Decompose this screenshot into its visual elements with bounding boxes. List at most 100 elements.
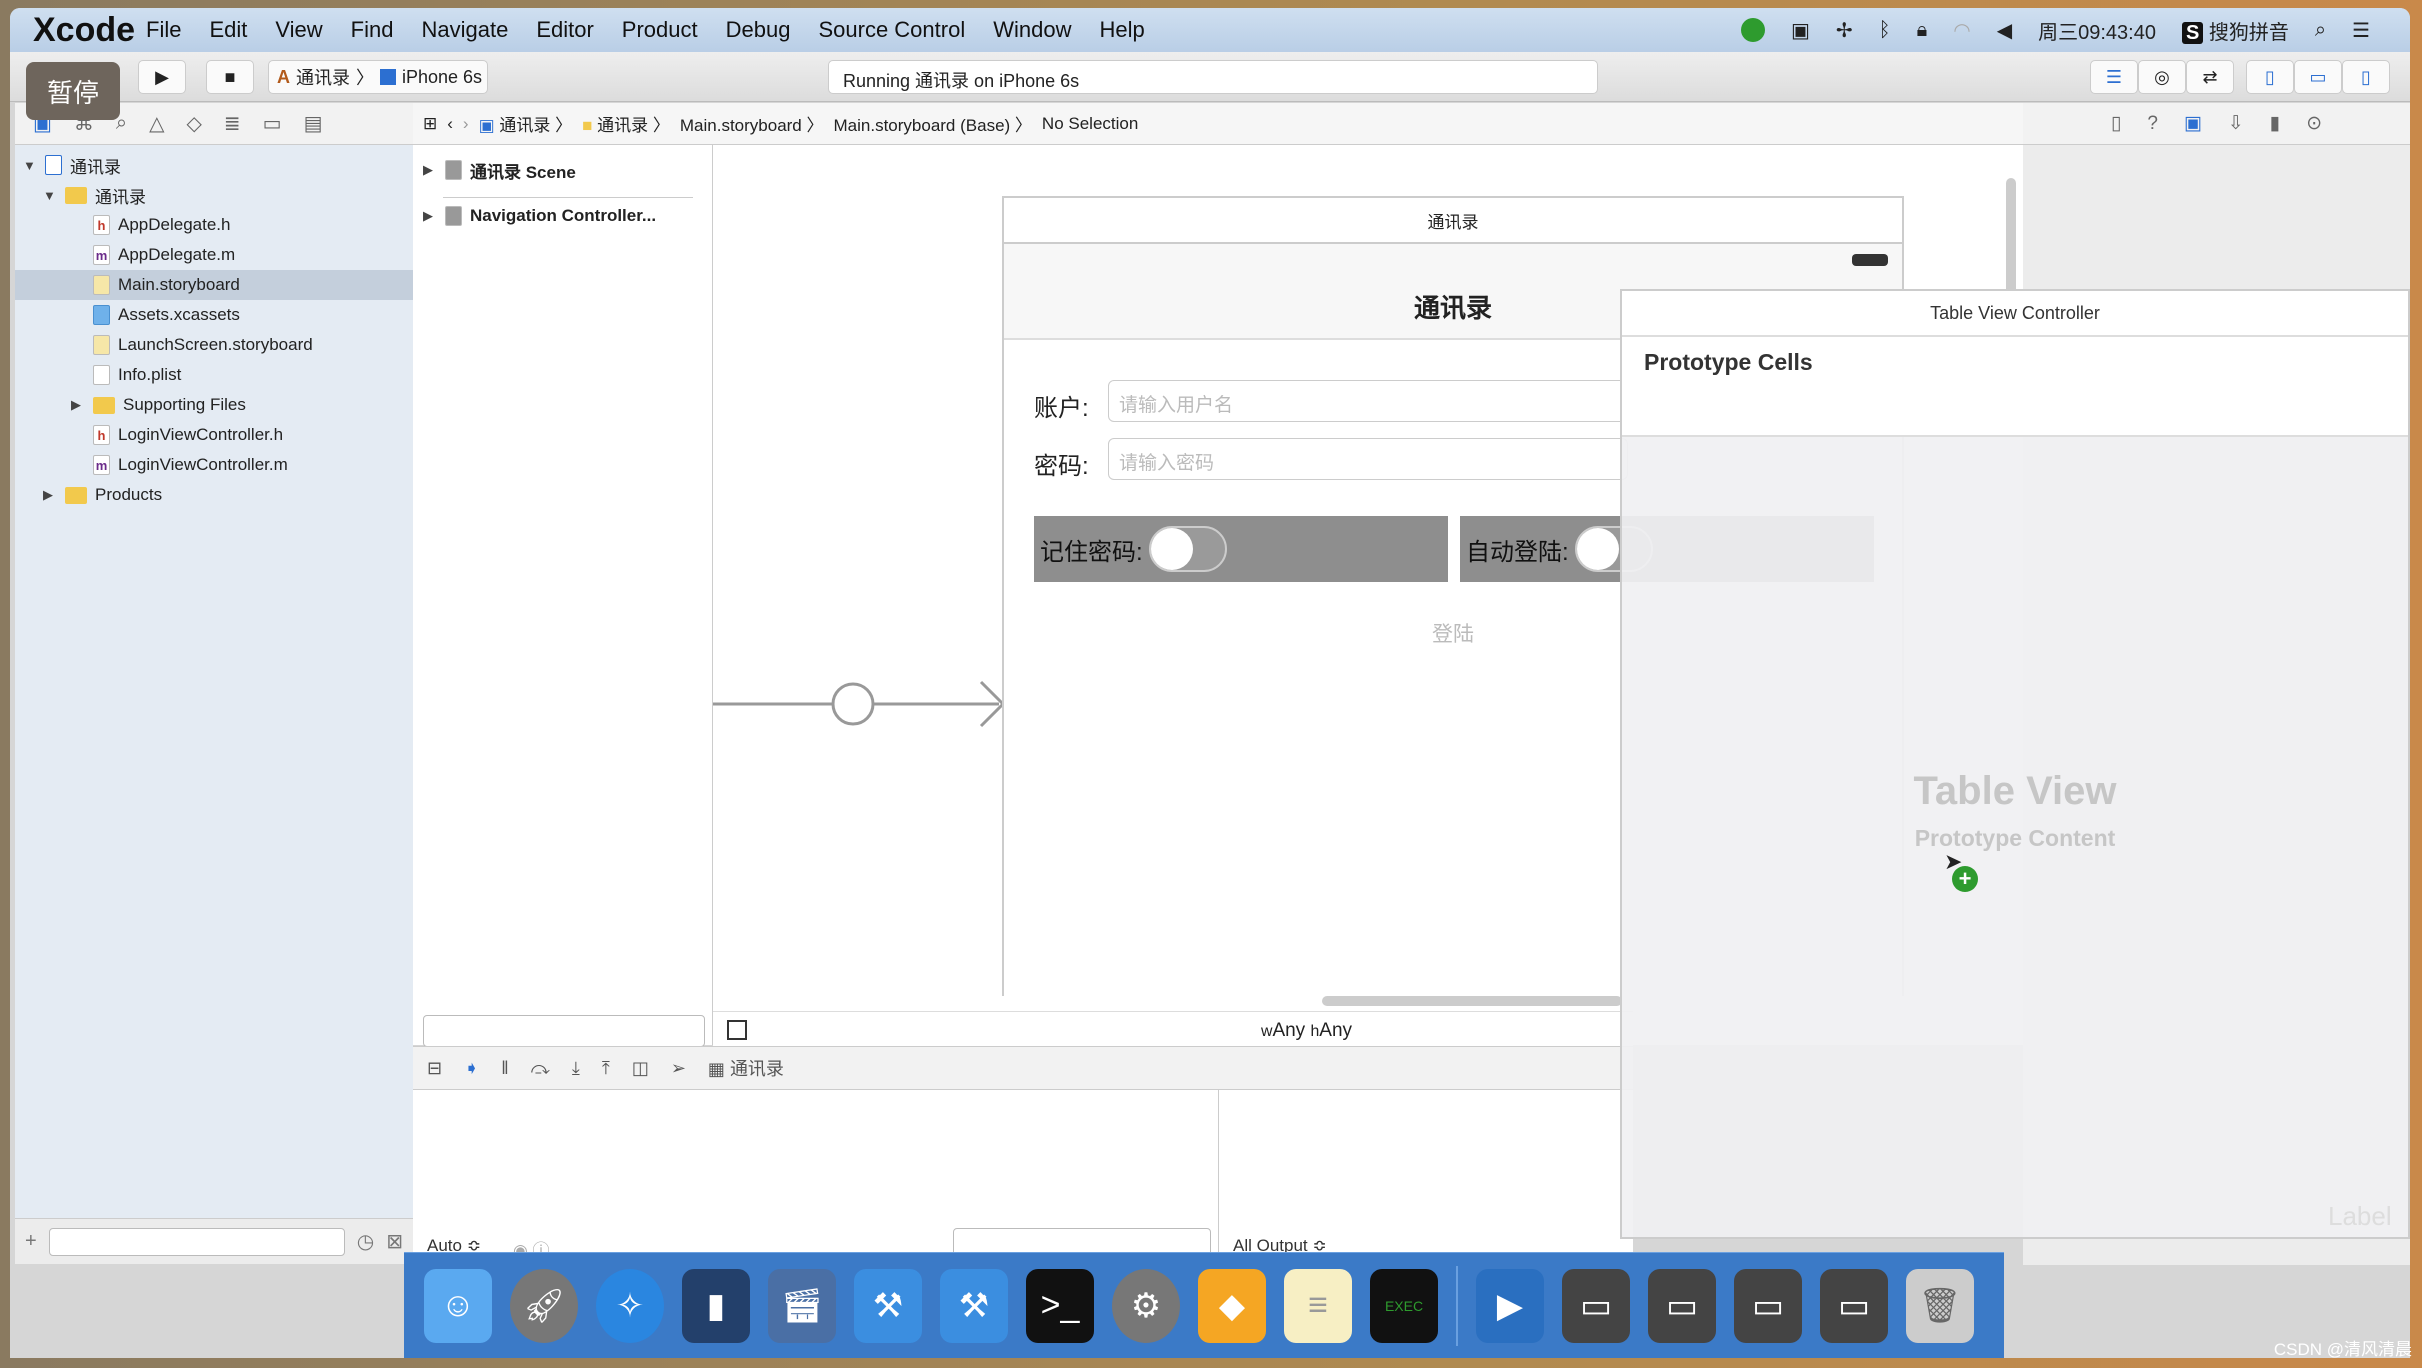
remember-switch[interactable]	[1148, 526, 1227, 572]
dock-trash-icon[interactable]: 🗑︎	[1906, 1268, 1974, 1343]
report-navigator-icon[interactable]: ▤	[304, 111, 323, 136]
dock-xcode-icon[interactable]: ⚒	[854, 1268, 922, 1343]
fan-icon[interactable]: ✢	[1836, 18, 1853, 43]
dock-system-preferences-icon[interactable]: ⚙	[1112, 1268, 1180, 1343]
password-field[interactable]: 请输入密码	[1108, 438, 1628, 480]
toggle-navigator-button[interactable]: ▯	[2246, 60, 2294, 94]
clock[interactable]: 周三09:43:40	[2038, 16, 2156, 45]
step-over-icon[interactable]: ⤼	[531, 1058, 550, 1079]
dock-window-thumbnail-icon[interactable]: ▭	[1648, 1268, 1716, 1343]
menu-debug[interactable]: Debug	[726, 17, 791, 43]
version-editor-button[interactable]: ⇄	[2186, 60, 2234, 94]
disclosure-closed-icon[interactable]: ▶	[423, 208, 437, 224]
scene-title-bar[interactable]: 通讯录	[1004, 198, 1902, 244]
dock-mouse-app-icon[interactable]: ▮	[682, 1268, 750, 1343]
disclosure-closed-icon[interactable]: ▶	[43, 487, 57, 503]
forward-button[interactable]: ›	[463, 114, 469, 134]
connections-inspector-icon[interactable]: ⊙	[2306, 112, 2322, 135]
filter-field[interactable]	[48, 1227, 345, 1256]
nav-item-group[interactable]: ▶ Products	[43, 480, 162, 510]
dock-instruments-icon[interactable]: ⚒	[940, 1268, 1008, 1343]
nav-item-file[interactable]: h LoginViewController.h	[93, 420, 283, 450]
nav-item-file[interactable]: LaunchScreen.storyboard	[93, 330, 313, 360]
bluetooth-icon[interactable]: ᛒ	[1879, 19, 1891, 42]
breadcrumb-storyboard-base[interactable]: Main.storyboard (Base) 〉	[834, 111, 1032, 136]
menu-view[interactable]: View	[275, 17, 322, 43]
menu-source-control[interactable]: Source Control	[818, 17, 965, 43]
step-into-icon[interactable]: ⤓	[572, 1058, 580, 1079]
dock-console-icon[interactable]: EXEC	[1370, 1268, 1438, 1343]
size-class-selector[interactable]: wAny hAny	[1261, 1020, 1352, 1042]
menu-find[interactable]: Find	[351, 17, 394, 43]
toggle-utilities-button[interactable]: ▯	[2342, 60, 2390, 94]
dock-window-thumbnail-icon[interactable]: ▭	[1562, 1268, 1630, 1343]
dock-notes-icon[interactable]: ≡	[1284, 1268, 1352, 1343]
canvas-vertical-scrollbar[interactable]	[2006, 178, 2016, 298]
nav-item-group[interactable]: ▶ Supporting Files	[71, 390, 246, 420]
menu-product[interactable]: Product	[622, 17, 698, 43]
account-field[interactable]: 请输入用户名	[1108, 380, 1628, 422]
nav-item-file-selected[interactable]: Main.storyboard	[15, 270, 413, 300]
issue-navigator-icon[interactable]: △	[149, 111, 164, 136]
volume-icon[interactable]: ◀	[1997, 18, 2012, 43]
recent-files-icon[interactable]: ◷	[357, 1229, 374, 1254]
camera-icon[interactable]: ▣	[1791, 18, 1810, 43]
dock-launchpad-icon[interactable]: 🚀︎	[510, 1268, 578, 1343]
lock-icon[interactable]: 🔒︎	[1917, 19, 1928, 42]
breadcrumb-project[interactable]: ▣ 通讯录 〉	[479, 111, 573, 136]
test-navigator-icon[interactable]: ◇	[187, 111, 202, 136]
breakpoints-toggle-icon[interactable]: ➧	[464, 1058, 479, 1079]
dragged-table-view-controller[interactable]: Table View Controller Prototype Cells Ta…	[1620, 289, 2410, 1239]
spotlight-icon[interactable]: ⌕	[2315, 19, 2326, 42]
outline-item-navigation-controller[interactable]: ▶ Navigation Controller...	[423, 201, 656, 231]
canvas-horizontal-scrollbar[interactable]	[1322, 996, 1622, 1006]
notification-center-icon[interactable]: ☰	[2352, 18, 2370, 43]
attributes-inspector-icon[interactable]: ⇩	[2228, 112, 2244, 135]
back-button[interactable]: ‹	[447, 114, 453, 134]
help-inspector-icon[interactable]: ?	[2147, 113, 2158, 135]
variables-view[interactable]: Auto ≎ ◉ ⓘ	[413, 1090, 1219, 1264]
nav-item-file[interactable]: m LoginViewController.m	[93, 450, 288, 480]
recorder-icon[interactable]	[1740, 18, 1765, 42]
toggle-debug-area-button[interactable]: ▭	[2294, 60, 2342, 94]
nav-item-file[interactable]: m AppDelegate.m	[93, 240, 235, 270]
breakpoint-navigator-icon[interactable]: ▭	[263, 111, 282, 136]
dock-sketch-icon[interactable]: ◆	[1198, 1268, 1266, 1343]
menu-editor[interactable]: Editor	[536, 17, 593, 43]
menu-navigate[interactable]: Navigate	[421, 17, 508, 43]
pause-continue-icon[interactable]: ‖	[501, 1058, 508, 1079]
breadcrumb-storyboard[interactable]: Main.storyboard 〉	[680, 111, 824, 136]
debug-navigator-icon[interactable]: ≣	[224, 111, 241, 136]
run-button[interactable]: ▶	[138, 60, 186, 94]
dock-terminal-icon[interactable]: >_	[1026, 1268, 1094, 1343]
disclosure-open-icon[interactable]: ▼	[23, 158, 37, 173]
input-method[interactable]: S 搜狗拼音	[2181, 16, 2289, 45]
dock-video-editor-icon[interactable]: 🎬︎	[768, 1268, 836, 1343]
add-icon[interactable]: +	[25, 1230, 37, 1253]
breadcrumb-selection[interactable]: No Selection	[1042, 114, 1138, 134]
disclosure-closed-icon[interactable]: ▶	[71, 397, 85, 413]
segue-arrow[interactable]	[713, 658, 1013, 738]
dock-window-thumbnail-icon[interactable]: ▭	[1734, 1268, 1802, 1343]
size-inspector-icon[interactable]: ▮	[2270, 112, 2280, 135]
nav-item-group[interactable]: ▼ 通讯录	[43, 180, 146, 210]
nav-item-project[interactable]: ▼ 通讯录	[23, 150, 121, 180]
assistant-editor-button[interactable]: ◎	[2138, 60, 2186, 94]
stop-button[interactable]: ■	[206, 60, 254, 94]
step-out-icon[interactable]: ⤒	[602, 1058, 610, 1079]
menu-help[interactable]: Help	[1099, 17, 1144, 43]
debug-target[interactable]: ▦ 通讯录	[708, 1055, 784, 1081]
simulate-location-icon[interactable]: ➢	[671, 1058, 686, 1079]
dock-finder-icon[interactable]: ☺	[424, 1268, 492, 1343]
dock-safari-icon[interactable]: ✧	[596, 1268, 664, 1343]
outline-item-scene[interactable]: ▶ 通讯录 Scene	[423, 155, 576, 185]
standard-editor-button[interactable]: ☰	[2090, 60, 2138, 94]
nav-item-file[interactable]: Info.plist	[93, 360, 181, 390]
menu-window[interactable]: Window	[993, 17, 1071, 43]
disclosure-closed-icon[interactable]: ▶	[423, 162, 437, 178]
scheme-selector[interactable]: A 通讯录〉 iPhone 6s	[268, 60, 488, 94]
dock-window-thumbnail-icon[interactable]: ▭	[1820, 1268, 1888, 1343]
console-view[interactable]: All Output ≎	[1219, 1090, 1633, 1264]
scm-filter-icon[interactable]: ⊠	[386, 1229, 403, 1254]
nav-item-file[interactable]: h AppDelegate.h	[93, 210, 230, 240]
